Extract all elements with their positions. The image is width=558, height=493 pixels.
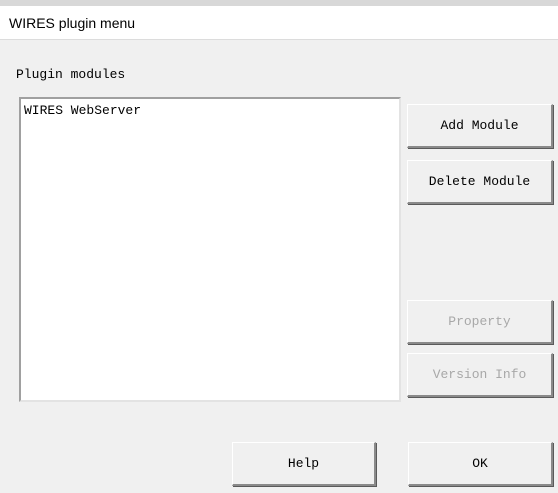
help-button[interactable]: Help bbox=[232, 442, 376, 486]
property-button[interactable]: Property bbox=[407, 300, 553, 344]
plugin-modules-listbox[interactable]: WIRES WebServer bbox=[19, 97, 401, 402]
plugin-modules-label: Plugin modules bbox=[16, 67, 126, 82]
title-bar[interactable]: WIRES plugin menu bbox=[0, 6, 558, 40]
list-item[interactable]: WIRES WebServer bbox=[24, 103, 141, 118]
delete-module-button[interactable]: Delete Module bbox=[407, 160, 553, 204]
ok-button[interactable]: OK bbox=[408, 442, 553, 486]
plugin-menu-window: WIRES plugin menu Plugin modules WIRES W… bbox=[0, 0, 558, 493]
window-title: WIRES plugin menu bbox=[9, 15, 136, 31]
version-info-button[interactable]: Version Info bbox=[407, 353, 553, 397]
add-module-button[interactable]: Add Module bbox=[407, 104, 553, 148]
